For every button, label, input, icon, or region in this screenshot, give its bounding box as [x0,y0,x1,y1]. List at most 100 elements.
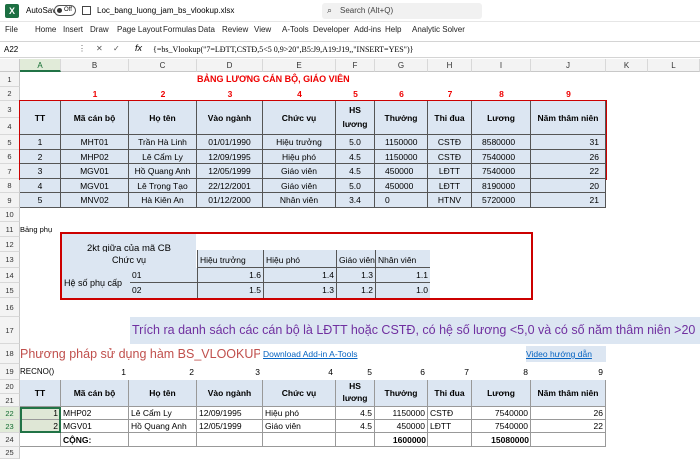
table-header[interactable]: Mã cán bộ [61,101,129,135]
video-link[interactable]: Video hướng dẫn [526,346,606,362]
result-cell[interactable]: 4.5 [336,407,375,420]
column-number[interactable]: 3 [197,87,263,101]
table-cell[interactable]: 450000 [375,179,428,193]
row-header-1[interactable]: 1 [0,72,20,87]
row-header-2[interactable]: 2 [0,87,20,101]
table-cell[interactable]: 22 [531,164,606,179]
formula-text[interactable]: {=bs_Vlookup("7=LĐTT,CSTĐ,5<5 0,9>20",B5… [153,45,413,54]
result-header[interactable]: Thưởng [375,380,428,407]
column-header-C[interactable]: C [129,59,197,72]
table-cell[interactable]: 7540000 [472,150,531,164]
table-cell[interactable]: Hồ Quang Anh [129,164,197,179]
table-cell[interactable]: Hiệu trưởng [263,135,336,150]
aux-value[interactable]: 1.3 [263,283,336,298]
criteria-note[interactable]: Trích ra danh sách các cán bộ là LĐTT ho… [130,317,700,344]
name-box[interactable]: A22 [4,44,62,56]
table-cell[interactable]: Trần Hà Linh [129,135,197,150]
result-cell[interactable]: 12/05/1999 [197,420,263,433]
ribbon-tab-developer[interactable]: Developer [313,25,349,34]
result-cell[interactable]: 26 [531,407,606,420]
total-label[interactable]: CỘNG: [61,433,129,447]
ribbon-tab-draw[interactable]: Draw [90,25,109,34]
ribbon-tab-file[interactable]: File [5,25,18,34]
column-number[interactable]: 2 [129,87,197,101]
table-cell[interactable]: 450000 [375,164,428,179]
table-cell[interactable]: Nhân viên [263,193,336,208]
result-cell[interactable]: 7540000 [472,420,531,433]
column-header-H[interactable]: H [428,59,472,72]
result-cell[interactable]: MGV01 [61,420,129,433]
result-col-number[interactable]: 7 [428,364,472,380]
result-cell[interactable]: 1150000 [375,407,428,420]
result-cell[interactable]: 22 [531,420,606,433]
column-header-B[interactable]: B [61,59,129,72]
ribbon-tab-insert[interactable]: Insert [63,25,83,34]
autosave-toggle[interactable]: Off [54,5,76,16]
aux-value[interactable]: 1.0 [375,283,430,298]
cancel-icon[interactable]: ✕ [96,44,103,53]
aux-row-code[interactable]: 02 [130,283,197,298]
row-header-21[interactable]: 21 [0,394,20,407]
ribbon-tab-analytic-solver[interactable]: Analytic Solver [412,25,465,34]
row-header-7[interactable]: 7 [0,164,20,179]
result-cell[interactable]: Giáo viên [263,420,336,433]
column-number[interactable]: 5 [336,87,375,101]
result-cell[interactable]: 450000 [375,420,428,433]
result-header[interactable]: HS lương [336,380,375,407]
result-col-number[interactable]: 5 [336,364,375,380]
table-cell[interactable]: 21 [531,193,606,208]
aux-value[interactable]: 1.5 [197,283,263,298]
aux-value[interactable]: 1.3 [336,268,375,283]
ribbon-tab-formulas[interactable]: Formulas [163,25,196,34]
table-cell[interactable]: Hà Kiên An [129,193,197,208]
result-cell[interactable]: LĐTT [428,420,472,433]
column-number[interactable]: 8 [472,87,531,101]
aux-role[interactable]: Hiệu phó [263,252,336,268]
table-cell[interactable]: Giáo viên [263,164,336,179]
table-cell[interactable]: 1 [20,135,61,150]
result-cell[interactable]: CSTĐ [428,407,472,420]
total-thuong[interactable]: 1600000 [375,433,428,447]
search-box[interactable]: ⌕ Search (Alt+Q) [322,3,482,19]
table-header[interactable]: Thưởng [375,101,428,135]
aux-hsphu[interactable]: Hệ số phụ cấp [62,268,130,298]
table-cell[interactable]: CSTĐ [428,150,472,164]
result-col-number[interactable]: 9 [531,364,606,380]
table-header[interactable]: Họ tên [129,101,197,135]
ribbon-tab-data[interactable]: Data [198,25,215,34]
table-cell[interactable]: 22/12/2001 [197,179,263,193]
row-header-22[interactable]: 22 [0,407,20,420]
ribbon-tab-view[interactable]: View [254,25,271,34]
column-header-L[interactable]: L [648,59,700,72]
aux-value[interactable]: 1.2 [336,283,375,298]
result-header[interactable]: Thi đua [428,380,472,407]
worksheet-grid[interactable]: A B C D E F G H I J K L 1 2 3 4 5 6 7 8 9 10 11 12 13 14 15 16 17 18 1… [0,59,700,459]
column-number[interactable]: 4 [263,87,336,101]
table-cell[interactable]: Lê Cẩm Ly [129,150,197,164]
row-header-6[interactable]: 6 [0,150,20,164]
table-cell[interactable]: MHT01 [61,135,129,150]
aux-role[interactable]: Giáo viên [336,252,375,268]
aux-row-code[interactable]: 01 [130,268,197,283]
row-header-5[interactable]: 5 [0,135,20,150]
table-cell[interactable]: 2 [20,150,61,164]
table-cell[interactable]: 7540000 [472,164,531,179]
column-number[interactable]: 1 [61,87,129,101]
table-cell[interactable]: 8580000 [472,135,531,150]
row-header-25[interactable]: 25 [0,447,20,459]
result-header[interactable]: Lương [472,380,531,407]
row-header-15[interactable]: 15 [0,283,20,298]
table-cell[interactable]: 5.0 [336,135,375,150]
table-cell[interactable]: Hiệu phó [263,150,336,164]
result-cell[interactable]: MHP02 [61,407,129,420]
result-header[interactable]: Năm thâm niên [531,380,606,407]
table-cell[interactable]: 1150000 [375,135,428,150]
column-header-D[interactable]: D [197,59,263,72]
row-header-8[interactable]: 8 [0,179,20,193]
table-cell[interactable]: 5 [20,193,61,208]
table-header[interactable]: HS lương [336,101,375,135]
table-header[interactable]: Lương [472,101,531,135]
result-col-number[interactable]: 1 [61,364,129,380]
ribbon-tab-help[interactable]: Help [385,25,401,34]
result-col-number[interactable]: 3 [197,364,263,380]
